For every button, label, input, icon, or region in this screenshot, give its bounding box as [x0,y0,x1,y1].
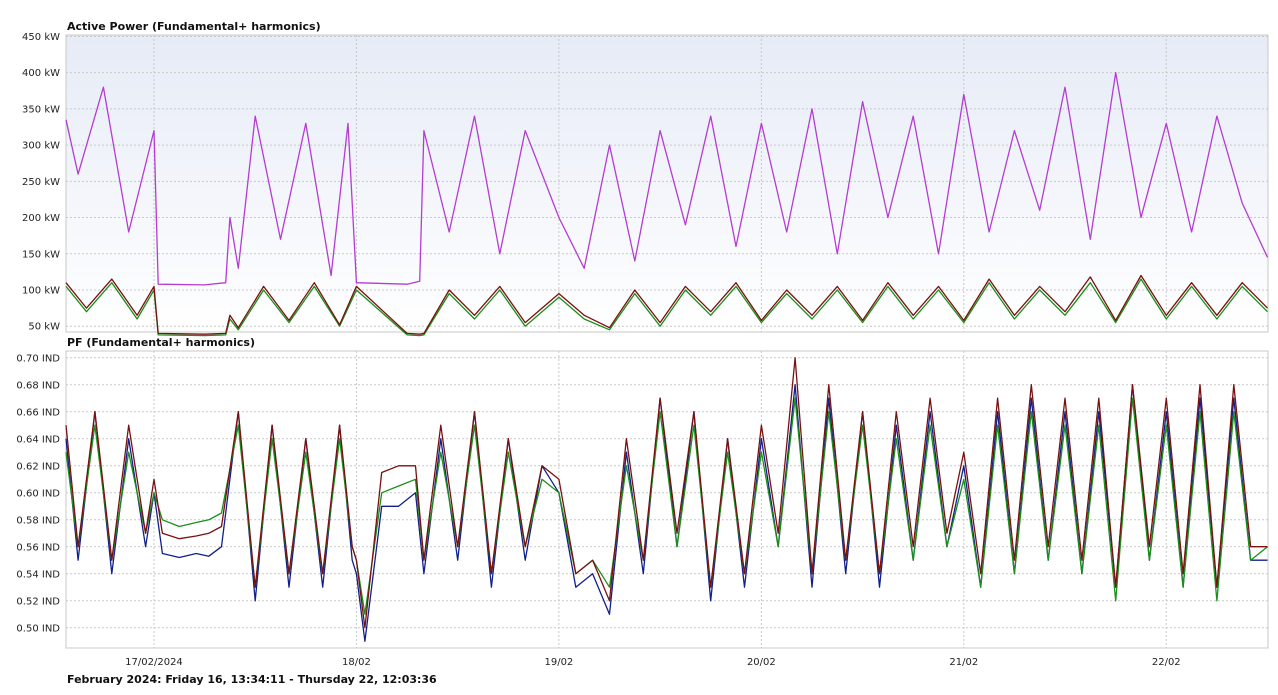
chart-frame: 450 kW 400 kW 350 kW 300 kW 250 kW 200 kW 150 … [0,0,1278,695]
pf-y-tick-label: 0.58 IND [16,515,60,526]
x-tick-label: 17/02/2024 [125,657,183,668]
x-tick-label: 19/02 [544,657,573,668]
chart-svg: 450 kW 400 kW 350 kW 300 kW 250 kW 200 kW 150 … [16,20,1269,668]
power-plot-background [65,34,1269,333]
x-axis: 17/02/2024 18/02 19/02 20/02 21/02 22/02 [125,657,1181,668]
pf-y-tick-label: 0.50 IND [16,623,60,634]
power-y-tick-label: 50 kW [28,322,60,333]
power-y-tick-label: 400 kW [22,68,60,79]
x-tick-label: 22/02 [1152,657,1181,668]
pf-y-tick-label: 0.52 IND [16,596,60,607]
time-range-footer: February 2024: Friday 16, 13:34:11 - Thu… [67,673,437,686]
power-y-tick-label: 450 kW [22,32,60,43]
pf-y-axis: 0.70 IND 0.68 IND 0.66 IND 0.64 IND 0.62 IND… [16,353,60,634]
pf-y-tick-label: 0.60 IND [16,488,60,499]
pf-y-tick-label: 0.62 IND [16,461,60,472]
pf-y-tick-label: 0.66 IND [16,407,60,418]
pf-y-tick-label: 0.56 IND [16,542,60,553]
power-y-tick-label: 200 kW [22,213,60,224]
power-y-tick-label: 100 kW [22,285,60,296]
power-y-tick-label: 300 kW [22,141,60,152]
x-tick-label: 18/02 [342,657,371,668]
pf-chart-title: PF (Fundamental+ harmonics) [67,336,255,349]
x-tick-label: 21/02 [949,657,978,668]
pf-y-tick-label: 0.68 IND [16,380,60,391]
pf-y-tick-label: 0.70 IND [16,353,60,364]
pf-y-tick-label: 0.64 IND [16,434,60,445]
x-tick-label: 20/02 [747,657,776,668]
power-y-tick-label: 150 kW [22,249,60,260]
power-y-tick-label: 350 kW [22,104,60,115]
power-y-tick-label: 250 kW [22,177,60,188]
power-chart-title: Active Power (Fundamental+ harmonics) [67,20,321,33]
power-y-axis: 450 kW 400 kW 350 kW 300 kW 250 kW 200 kW 150 … [22,32,60,333]
pf-y-tick-label: 0.54 IND [16,569,60,580]
